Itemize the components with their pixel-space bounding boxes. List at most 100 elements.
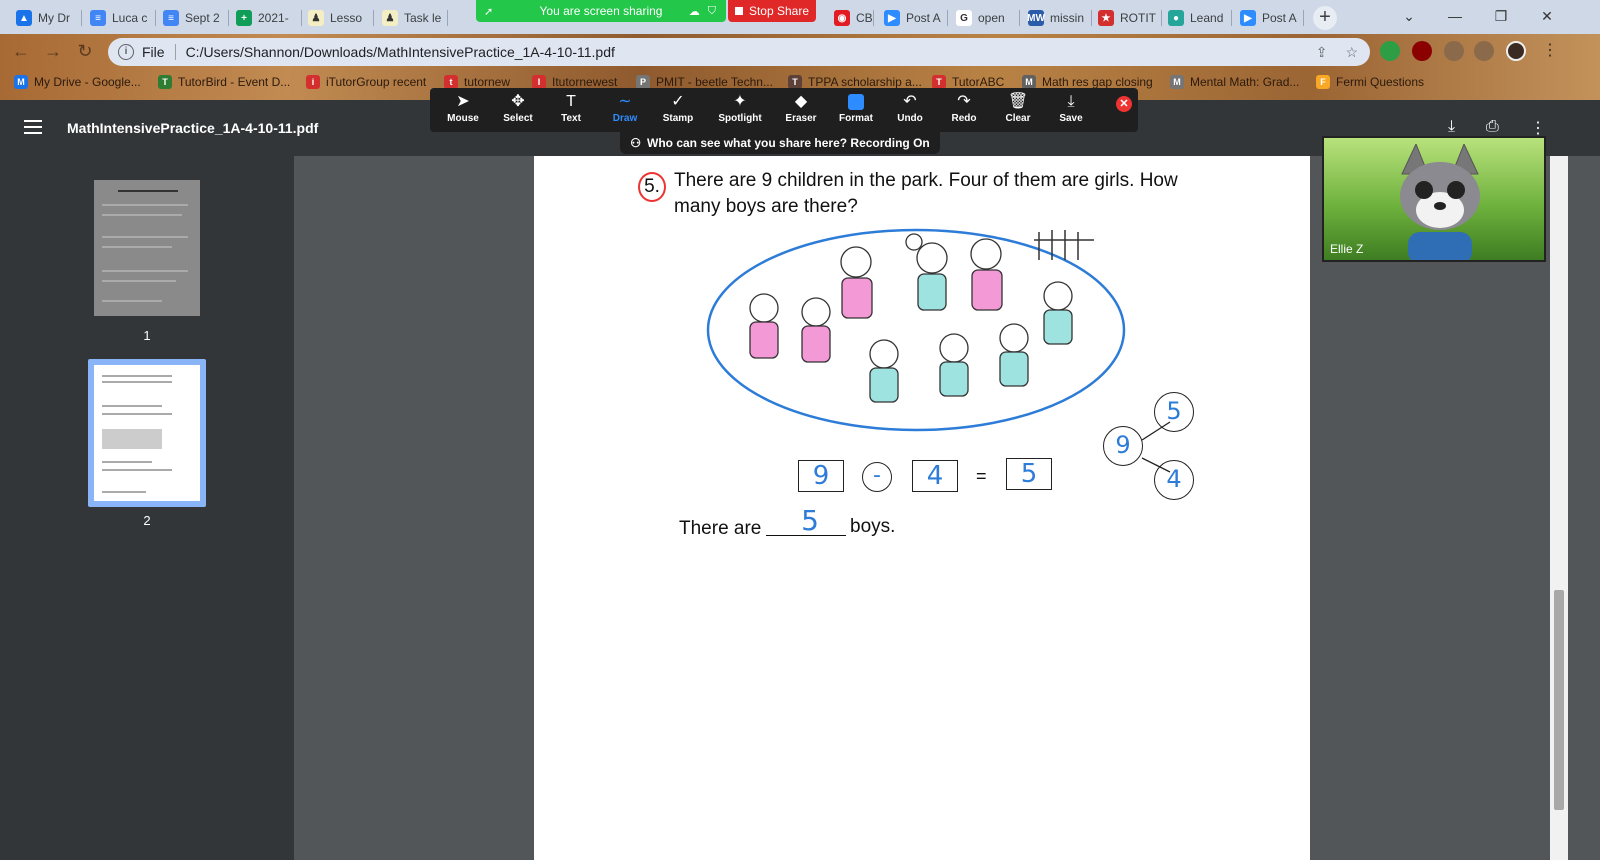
bookmark-favicon-icon: M bbox=[14, 75, 28, 89]
page-number-1: 1 bbox=[143, 328, 151, 343]
browser-tab[interactable]: Gopen bbox=[948, 4, 1020, 32]
extension-puzzle-icon[interactable] bbox=[1444, 41, 1464, 61]
tool-label: Select bbox=[503, 113, 533, 124]
bookmark-label: Mental Math: Grad... bbox=[1190, 75, 1300, 89]
tool-clear[interactable]: 🗑 Clear bbox=[991, 92, 1045, 130]
spotlight-wand-icon: ✦ bbox=[733, 93, 747, 110]
bookmark-favicon-icon: I bbox=[532, 75, 546, 89]
bookmark-item[interactable]: T TutorBird - Event D... bbox=[158, 72, 290, 92]
page-thumbnail-1[interactable] bbox=[94, 180, 200, 316]
bookmark-item[interactable]: M My Drive - Google... bbox=[14, 72, 141, 92]
tool-format[interactable]: Format bbox=[829, 92, 883, 130]
browser-menu-icon[interactable]: ⋮ bbox=[1540, 41, 1560, 61]
info-icon[interactable]: i bbox=[118, 44, 134, 60]
tab-favicon-icon: MW bbox=[1027, 10, 1045, 26]
browser-tab[interactable]: ≡ Sept 2 bbox=[155, 4, 229, 32]
tab-search-button[interactable]: ⌄ bbox=[1386, 0, 1432, 32]
restore-button[interactable]: ❐ bbox=[1478, 0, 1524, 32]
browser-tab[interactable]: ★ ROTIT bbox=[1090, 4, 1162, 32]
thumbnail-sidebar: 1 2 bbox=[0, 156, 294, 860]
address-bar[interactable]: i File C:/Users/Shannon/Downloads/MathIn… bbox=[108, 38, 1370, 66]
annotate-toolbar: ➤ Mouse ✥ Select T Text ∼ Draw ✓ Stamp ✦ Spotlight ◆… bbox=[430, 88, 1138, 132]
scrollbar[interactable] bbox=[1550, 156, 1568, 860]
share-icon[interactable]: ⇪ bbox=[1316, 44, 1328, 61]
bookmark-item[interactable]: i iTutorGroup recent bbox=[306, 72, 426, 92]
mouse-pointer-icon: ➤ bbox=[456, 93, 470, 110]
browser-tab[interactable]: ≡ Luca c bbox=[82, 4, 156, 32]
tool-text[interactable]: T Text bbox=[544, 92, 598, 130]
tool-eraser[interactable]: ◆ Eraser bbox=[774, 92, 828, 130]
bookmark-label: Fermi Questions bbox=[1336, 75, 1425, 89]
close-annotate-button[interactable]: ✕ bbox=[1116, 96, 1132, 112]
tool-label: Save bbox=[1059, 113, 1083, 124]
browser-tab[interactable]: ▶ Post A bbox=[1232, 4, 1304, 32]
browser-tab[interactable]: MW missin bbox=[1020, 4, 1092, 32]
browser-tab[interactable]: ◉ CBC N bbox=[826, 4, 874, 32]
tab-favicon-icon: ≡ bbox=[163, 10, 179, 26]
new-tab-button[interactable]: + bbox=[1313, 6, 1337, 30]
tool-label: Clear bbox=[1005, 113, 1031, 124]
browser-tab[interactable]: ▲ My Dr bbox=[8, 4, 82, 32]
browser-tab[interactable]: ● Leand bbox=[1160, 4, 1232, 32]
tool-redo[interactable]: ↷ Redo bbox=[937, 92, 991, 130]
tool-draw[interactable]: ∼ Draw bbox=[598, 92, 652, 130]
bookmark-item[interactable]: M Mental Math: Grad... bbox=[1170, 72, 1299, 92]
tool-undo[interactable]: ↶ Undo bbox=[883, 92, 937, 130]
tool-save[interactable]: ⤓ Save bbox=[1044, 92, 1098, 130]
download-icon[interactable]: ⤓ bbox=[1448, 118, 1455, 136]
tab-favicon-icon: ♟ bbox=[308, 10, 324, 26]
bookmark-star-icon[interactable]: ☆ bbox=[1345, 44, 1358, 61]
tab-favicon-icon: G bbox=[956, 10, 972, 26]
stop-share-button[interactable]: Stop Share bbox=[728, 0, 816, 22]
minimize-button[interactable]: — bbox=[1432, 0, 1478, 32]
tab-favicon-icon: ▲ bbox=[16, 10, 32, 26]
tab-label: missin bbox=[1050, 11, 1085, 25]
tab-label: Post A bbox=[906, 11, 941, 25]
print-icon[interactable]: ⎙ bbox=[1486, 118, 1499, 136]
tool-label: Draw bbox=[612, 113, 638, 124]
tab-label: Luca c bbox=[112, 11, 148, 25]
tool-label: Undo bbox=[897, 113, 923, 124]
screen-sharing-banner[interactable]: ➚ You are screen sharing ☁ ⛉ bbox=[476, 0, 726, 22]
page-number-2: 2 bbox=[143, 513, 151, 528]
tool-select[interactable]: ✥ Select bbox=[491, 92, 545, 130]
bookmark-item[interactable]: F Fermi Questions bbox=[1316, 72, 1424, 92]
extension-sidepanel-icon[interactable] bbox=[1474, 41, 1494, 61]
tab-favicon-icon: ≡ bbox=[90, 10, 106, 26]
tool-label: Stamp bbox=[662, 113, 694, 124]
tool-stamp[interactable]: ✓ Stamp bbox=[651, 92, 705, 130]
extension-ublock-icon[interactable] bbox=[1412, 41, 1432, 61]
answer-suffix: boys. bbox=[850, 516, 896, 537]
tool-spotlight[interactable]: ✦ Spotlight bbox=[713, 92, 767, 130]
tool-mouse[interactable]: ➤ Mouse bbox=[436, 92, 490, 130]
tab-label: Post A bbox=[1262, 11, 1297, 25]
equation-minuend: 9 bbox=[812, 461, 830, 491]
browser-tab[interactable]: +2021- bbox=[228, 4, 302, 32]
equation-operator: - bbox=[873, 463, 881, 488]
scrollbar-thumb[interactable] bbox=[1554, 590, 1564, 810]
back-button[interactable]: ← bbox=[10, 41, 32, 63]
redo-icon: ↷ bbox=[957, 93, 971, 110]
eraser-icon: ◆ bbox=[794, 93, 808, 110]
ball-icon bbox=[905, 233, 923, 251]
forward-button[interactable]: → bbox=[42, 41, 64, 63]
close-window-button[interactable]: ✕ bbox=[1524, 0, 1570, 32]
reload-button[interactable]: ↻ bbox=[74, 41, 96, 63]
participant-video[interactable]: Ellie Z bbox=[1322, 136, 1546, 262]
tab-label: 2021- bbox=[258, 11, 289, 25]
bookmark-favicon-icon: T bbox=[932, 75, 946, 89]
browser-tab[interactable]: ▶ Post A bbox=[876, 4, 948, 32]
bookmark-label: My Drive - Google... bbox=[34, 75, 141, 89]
profile-avatar[interactable] bbox=[1506, 41, 1526, 61]
url-text[interactable]: C:/Users/Shannon/Downloads/MathIntensive… bbox=[186, 44, 615, 60]
tab-label: Task le bbox=[404, 11, 442, 25]
menu-icon[interactable] bbox=[24, 120, 42, 134]
recording-notice[interactable]: ⚇ Who can see what you share here? Recor… bbox=[620, 132, 940, 154]
browser-tab[interactable]: ♟ Task le bbox=[374, 4, 448, 32]
number-bond-part-bottom-value: 4 bbox=[1166, 465, 1182, 493]
move-icon: ✥ bbox=[511, 93, 525, 110]
page-thumbnail-2[interactable] bbox=[94, 365, 200, 501]
browser-tab[interactable]: ♟ Lesso bbox=[300, 4, 374, 32]
more-options-icon[interactable]: ⋮ bbox=[1530, 118, 1546, 138]
extension-green-icon[interactable] bbox=[1380, 41, 1400, 61]
